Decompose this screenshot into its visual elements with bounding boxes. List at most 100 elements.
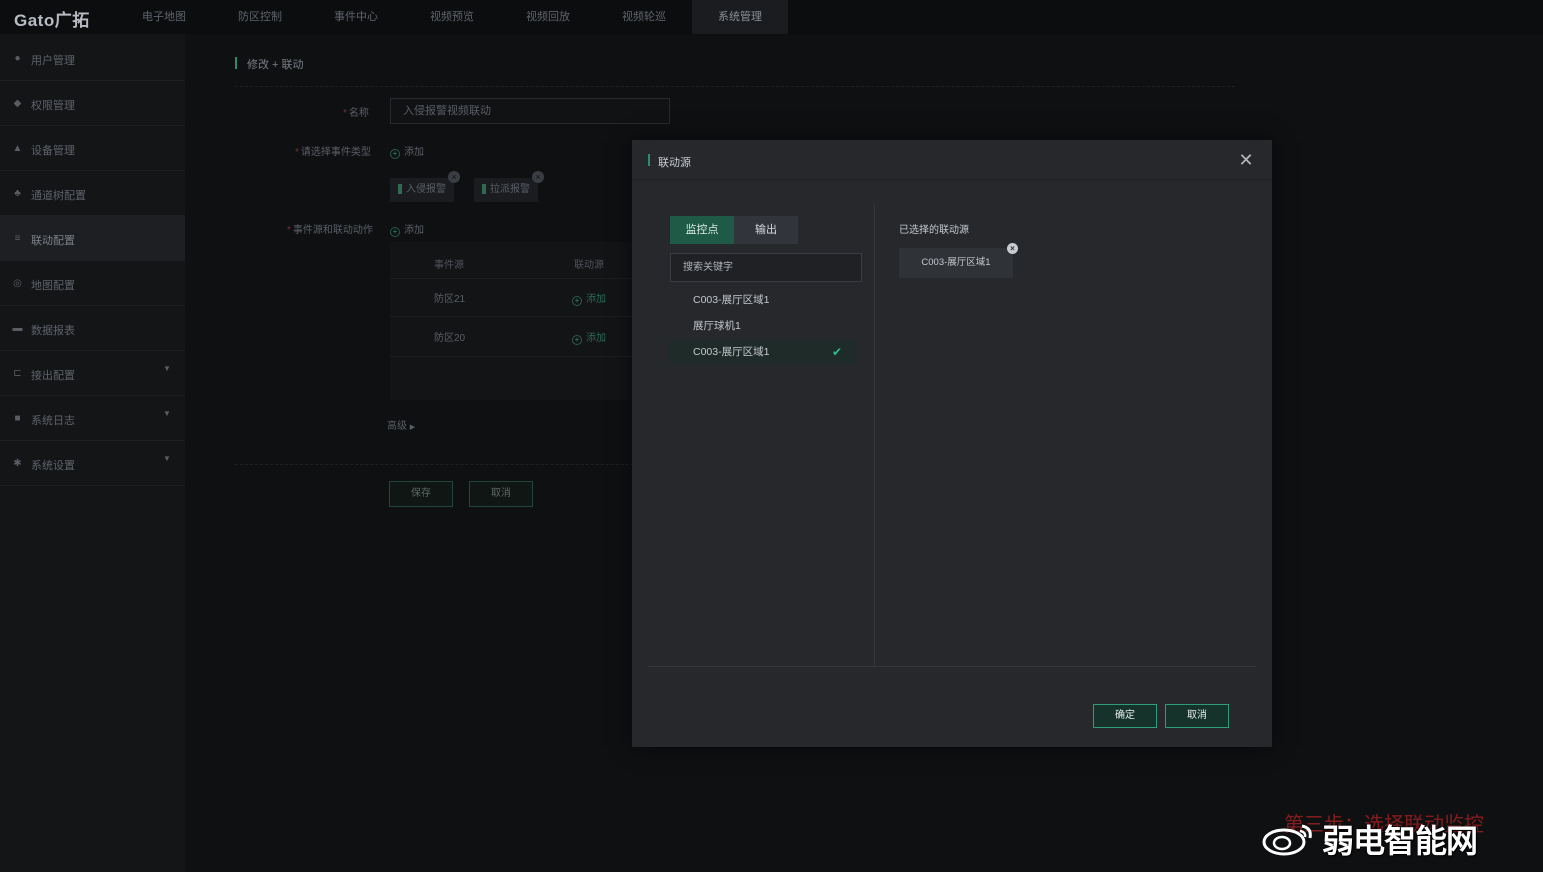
source-list-item[interactable]: C003-展厅区域1 [670,288,856,312]
sidebar-item-label: 权限管理 [31,100,75,112]
source-list-item-label: C003-展厅区域1 [693,346,770,358]
plus-circle-icon: + [572,335,582,345]
selected-source-chip: C003-展厅区域1 [899,248,1013,278]
divider [235,86,1235,87]
close-icon[interactable]: ✕ [1236,150,1256,170]
sidebar-item-system-log[interactable]: ■ 系统日志 ▼ [0,396,185,441]
weibo-logo-icon [1262,824,1312,856]
nav-zone-control[interactable]: 防区控制 [212,0,308,34]
nav-video-playback[interactable]: 视频回放 [500,0,596,34]
user-icon: ● [14,53,21,64]
checkmark-icon: ✔ [832,345,843,359]
sidebar-item-label: 地图配置 [31,280,75,292]
table-cell-source: 防区20 [434,333,466,344]
event-type-label: * 请选择事件类型 [295,147,371,158]
watermark: 第三步：选择联动监控 弱电智能网 [1258,808,1533,864]
sidebar: ● 用户管理 ◆ 权限管理 ▲ 设备管理 ♣ 通道树配置 ≡ 联动配置 ◎ 地图… [0,34,185,872]
page-title: 修改 + 联动 [247,59,304,71]
row-divider [390,278,650,279]
remove-tag-icon[interactable]: × [448,171,460,183]
event-action-label: * 事件源和联动动作 [287,225,373,236]
sidebar-item-label: 系统日志 [31,415,75,427]
linkage-source-dialog: 联动源 ✕ 监控点 输出 搜索关键字 C003-展厅区域1 展厅球机1 C003… [632,140,1272,747]
sidebar-item-label: 用户管理 [31,55,75,67]
heading-accent [235,57,237,69]
tab-monitor-point[interactable]: 监控点 [670,216,734,244]
search-input[interactable]: 搜索关键字 [670,253,862,282]
sidebar-item-label: 联动配置 [31,235,75,247]
sidebar-item-system-settings[interactable]: ✱ 系统设置 ▼ [0,441,185,486]
device-icon: ▲ [12,143,23,154]
sidebar-item-linkage-config[interactable]: ≡ 联动配置 [0,216,185,261]
plus-circle-icon: + [390,227,400,237]
cancel-button[interactable]: 取消 [469,481,533,507]
sidebar-item-label: 通道树配置 [31,190,86,202]
watermark-text: 弱电智能网 [1322,823,1478,859]
event-linkage-table: 事件源 联动源 防区21 + 添加 防区20 + 添加 [390,242,650,400]
table-header-source: 事件源 [434,260,464,271]
tab-output[interactable]: 输出 [734,216,798,244]
sidebar-item-map-config[interactable]: ◎ 地图配置 [0,261,185,306]
event-tag: 拉派报警 × [474,171,544,202]
table-add-linkage-button[interactable]: + 添加 [572,290,606,306]
row-divider [390,316,650,317]
tag-accent [398,184,402,194]
sidebar-item-user-management[interactable]: ● 用户管理 [0,36,185,81]
add-event-action-button[interactable]: + 添加 [390,221,424,237]
nav-e-map[interactable]: 电子地图 [116,0,212,34]
sidebar-item-device-management[interactable]: ▲ 设备管理 [0,126,185,171]
sidebar-item-permission-management[interactable]: ◆ 权限管理 [0,81,185,126]
log-icon: ■ [14,413,21,424]
sidebar-item-label: 接出配置 [31,370,75,382]
plus-circle-icon: + [390,149,400,159]
chevron-down-icon: ▼ [163,454,171,463]
source-tabs: 监控点 输出 [670,216,798,244]
table-cell-source: 防区21 [434,294,466,305]
app-logo: Gato广拓 [14,11,90,30]
dialog-cancel-button[interactable]: 取消 [1165,704,1229,728]
dialog-header: 联动源 ✕ [632,140,1272,180]
top-nav-bar: Gato广拓 电子地图 防区控制 事件中心 视频预览 视频回放 视频轮巡 系统管… [0,0,1543,34]
selected-sources-title: 已选择的联动源 [899,225,969,236]
map-icon: ◎ [13,278,22,289]
advanced-toggle[interactable]: 高级 ▶ [387,417,415,432]
nav-system-management[interactable]: 系统管理 [692,0,788,34]
event-tag: 入侵报警 × [390,171,460,202]
sidebar-item-label: 数据报表 [31,325,75,337]
chevron-down-icon: ▼ [163,364,171,373]
tree-icon: ♣ [14,188,21,199]
dialog-title: 联动源 [658,157,691,169]
save-button[interactable]: 保存 [389,481,453,507]
table-add-linkage-button[interactable]: + 添加 [572,329,606,345]
source-list-item[interactable]: 展厅球机1 [670,314,856,338]
report-icon: ▬ [12,323,23,334]
nav-event-center[interactable]: 事件中心 [308,0,404,34]
add-event-type-button[interactable]: + 添加 [390,143,424,159]
row-divider [390,356,650,357]
sidebar-item-output-config[interactable]: ⊏ 接出配置 ▼ [0,351,185,396]
footer-divider [648,666,1256,667]
remove-chip-icon[interactable]: × [1007,243,1018,254]
plus-circle-icon: + [572,296,582,306]
nav-video-preview[interactable]: 视频预览 [404,0,500,34]
sidebar-item-label: 系统设置 [31,460,75,472]
shield-icon: ◆ [13,98,22,109]
caret-right-icon: ▶ [409,424,416,431]
chevron-down-icon: ▼ [163,409,171,418]
table-header-linkage: 联动源 [574,260,604,271]
name-input[interactable]: 入侵报警视频联动 [390,98,670,124]
title-accent [648,154,650,166]
tag-accent [482,184,486,194]
panel-divider [874,204,875,666]
output-icon: ⊏ [13,368,22,379]
remove-tag-icon[interactable]: × [532,171,544,183]
list-icon: ≡ [14,233,21,244]
name-label: * 名称 [343,108,369,119]
sidebar-item-channel-tree[interactable]: ♣ 通道树配置 [0,171,185,216]
sidebar-item-label: 设备管理 [31,145,75,157]
confirm-button[interactable]: 确定 [1093,704,1157,728]
nav-video-patrol[interactable]: 视频轮巡 [596,0,692,34]
gear-icon: ✱ [13,458,22,469]
source-list-item-selected[interactable]: C003-展厅区域1 ✔ [670,340,856,364]
sidebar-item-data-report[interactable]: ▬ 数据报表 [0,306,185,351]
